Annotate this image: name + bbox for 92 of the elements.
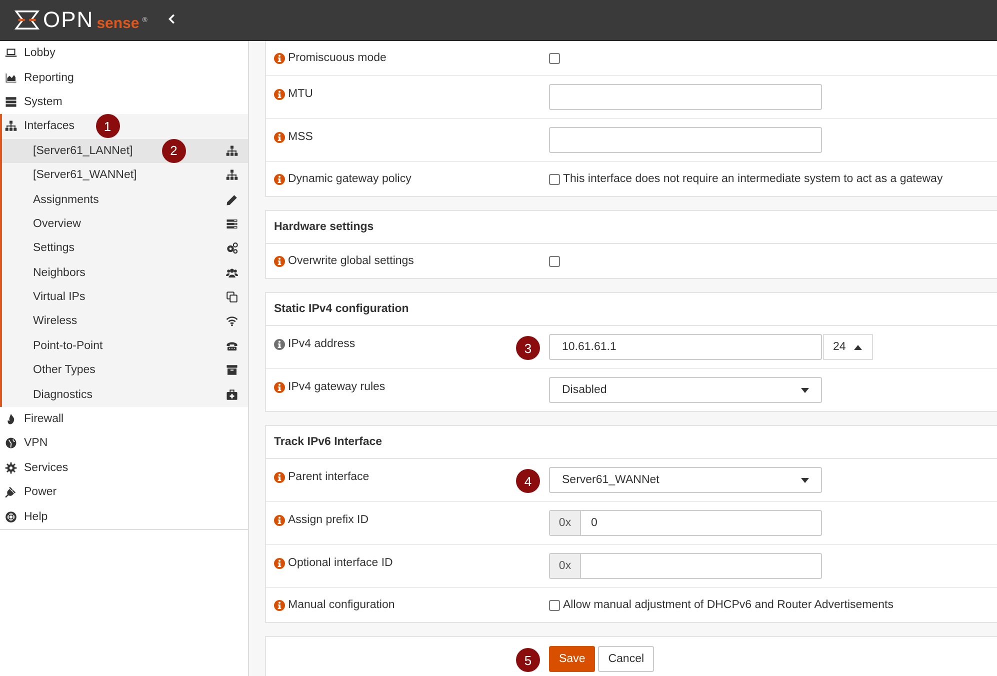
field-label: MSS	[288, 130, 313, 145]
sidebar-item[interactable]: Interfaces 1	[2, 114, 248, 139]
sidebar-subitem[interactable]: Assignments	[2, 187, 248, 212]
info-icon[interactable]	[274, 132, 285, 142]
input-field[interactable]: 10.61.61.1	[549, 334, 822, 360]
field-label: Optional interface ID	[288, 556, 393, 571]
archive-icon	[226, 364, 238, 376]
logo-text: sense	[96, 16, 140, 30]
pencil-icon	[226, 194, 238, 206]
sidebar-subitem[interactable]: Overview	[2, 212, 248, 236]
copy-icon	[226, 291, 238, 304]
info-icon[interactable]	[274, 256, 285, 266]
callout-marker: 1	[96, 114, 120, 138]
fire-icon	[5, 413, 17, 426]
sidebar-item[interactable]: Help	[0, 504, 248, 529]
field-label: Manual configuration	[288, 598, 395, 613]
sidebar-item[interactable]: System	[0, 90, 248, 114]
field-label: IPv4 gateway rules	[288, 380, 386, 395]
sidebar-subitem[interactable]: Virtual IPs	[2, 284, 248, 310]
sidebar-subitem[interactable]: Settings	[2, 236, 248, 261]
server-icon	[5, 96, 17, 108]
logo-text: OPN	[43, 9, 94, 31]
field-label: Assign prefix ID	[288, 513, 369, 528]
sitemap-icon	[226, 144, 238, 157]
logo-icon	[14, 9, 40, 31]
input-field[interactable]	[549, 84, 822, 110]
info-icon[interactable]	[274, 338, 285, 350]
area-chart-icon	[5, 72, 17, 84]
caret-up-icon	[854, 344, 862, 350]
globe-icon	[5, 437, 17, 450]
checkbox[interactable]	[549, 600, 560, 610]
sidebar-subitem[interactable]: [Server61_LANNet] 2	[2, 138, 248, 163]
info-icon[interactable]	[274, 472, 285, 482]
checkbox[interactable]	[549, 256, 560, 266]
gears-icon	[226, 242, 238, 254]
info-icon[interactable]	[274, 52, 285, 64]
checkbox-label: This interface does not require an intermediate system to act as a gateway	[563, 173, 943, 185]
section-title: Static IPv4 configuration	[266, 293, 997, 326]
sidebar-item[interactable]: Lobby	[0, 41, 248, 66]
select-field[interactable]: Server61_WANNet	[549, 467, 822, 493]
checkbox-label: Allow manual adjustment of DHCPv6 and Router Advertisements	[563, 599, 894, 611]
subnet-select[interactable]: 24	[823, 334, 873, 360]
field-label: Dynamic gateway policy	[288, 172, 412, 187]
select-field[interactable]: Disabled	[549, 377, 822, 403]
callout-marker: 4	[516, 469, 540, 493]
fax-icon	[226, 340, 238, 352]
wifi-icon	[226, 315, 238, 328]
caret-down-icon	[801, 388, 809, 392]
input-field[interactable]: 0x 0	[549, 510, 822, 536]
lifebuoy-icon	[5, 510, 17, 523]
sidebar-subitem[interactable]: Wireless	[2, 309, 248, 334]
field-label: IPv4 address	[288, 337, 356, 352]
field-label: Parent interface	[288, 470, 370, 485]
info-icon[interactable]	[274, 88, 285, 100]
sidebar-item[interactable]: Reporting	[0, 65, 248, 90]
sidebar-subitem[interactable]: [Server61_WANNet]	[2, 162, 248, 188]
sitemap-icon	[5, 120, 17, 132]
sidebar-item[interactable]: Firewall	[0, 406, 248, 432]
sidebar-subitem[interactable]: Diagnostics	[2, 382, 248, 407]
info-icon[interactable]	[274, 600, 285, 610]
laptop-icon	[5, 47, 17, 60]
callout-marker: 5	[516, 648, 540, 672]
users-icon	[226, 266, 238, 279]
input-field[interactable]: 0x	[549, 553, 822, 579]
caret-down-icon	[801, 478, 809, 482]
section-title: Track IPv6 Interface	[266, 426, 997, 459]
field-label: Overwrite global settings	[288, 254, 414, 269]
sidebar-item[interactable]: Services	[0, 456, 248, 480]
sidebar-subitem[interactable]: Neighbors	[2, 260, 248, 285]
checkbox[interactable]	[549, 52, 560, 64]
section-title: Hardware settings	[266, 211, 997, 244]
sitemap-icon	[226, 169, 238, 182]
input-field[interactable]	[549, 127, 822, 153]
sidebar-item[interactable]: VPN	[0, 431, 248, 456]
checkbox[interactable]	[549, 174, 560, 184]
info-icon[interactable]	[274, 382, 285, 392]
list-icon	[226, 218, 238, 230]
callout-marker: 3	[516, 336, 540, 360]
info-icon[interactable]	[274, 174, 285, 184]
field-label: MTU	[288, 87, 313, 102]
info-icon[interactable]	[274, 514, 285, 526]
save-button[interactable]: Save	[549, 646, 596, 672]
gear-icon	[5, 462, 17, 474]
plug-icon	[5, 486, 17, 498]
callout-marker: 2	[162, 138, 186, 163]
sidebar-subitem[interactable]: Other Types	[2, 358, 248, 382]
field-label: Promiscuous mode	[288, 51, 386, 66]
sidebar-item[interactable]: Power	[0, 480, 248, 504]
sidebar-subitem[interactable]: Point-to-Point	[2, 334, 248, 358]
medkit-icon	[226, 388, 238, 401]
cancel-button[interactable]: Cancel	[598, 646, 654, 672]
info-icon[interactable]	[274, 558, 285, 568]
